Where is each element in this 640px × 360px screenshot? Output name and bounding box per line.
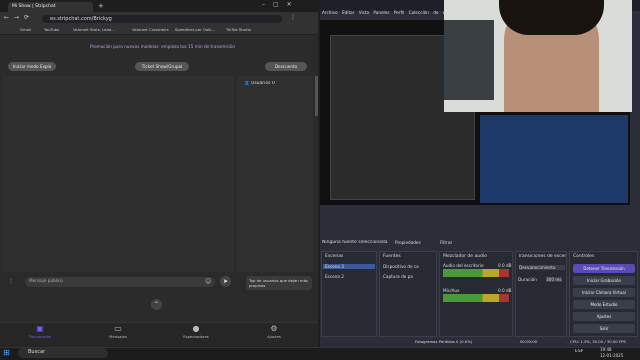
windows-start-icon[interactable]: ⊞ [3, 348, 10, 357]
camera-icon: ▣ [36, 324, 44, 333]
new-tab-button[interactable]: + [98, 2, 104, 10]
preview-nested-capture [480, 115, 628, 203]
duration-label: Duración [518, 277, 537, 282]
obs-status-time: 00:00:00 [520, 339, 538, 344]
discount-button[interactable]: Descuento [265, 62, 307, 71]
window-controls[interactable]: –▢✕ [262, 1, 300, 8]
video-area [2, 76, 234, 272]
message-input[interactable]: Mensaje público [25, 277, 215, 287]
settings-button[interactable]: Ajustes [573, 312, 635, 321]
sources-panel: Fuentes Dispositivo de ca Captura de pa [379, 251, 437, 337]
mixer-track-name: Audio del escritorio [443, 263, 484, 268]
obs-status-cpu: CPU: 1.3%, 30.00 / 30.00 FPS [570, 339, 626, 344]
promo-banner[interactable]: Promoción para nuevos modelos: empieza t… [90, 44, 235, 49]
studio-mode-button[interactable]: Modo Estudio [573, 300, 635, 309]
mixer-track-name: Mic/Aux [443, 288, 460, 293]
duration-input[interactable]: 300 ms [546, 277, 562, 282]
more-icon[interactable]: ⋮ [8, 278, 14, 285]
scene-item[interactable]: Escena 2 [325, 274, 344, 279]
nav-viewers[interactable]: ● Espectadores [166, 324, 226, 339]
send-button[interactable]: ➤ [220, 276, 231, 287]
nav-broadcast[interactable]: ▣ Transmisión [10, 324, 70, 339]
virtual-camera-button[interactable]: Iniciar Cámara Virtual [573, 288, 635, 297]
url-input[interactable]: es.stripchat.com/Brickyg [42, 15, 282, 23]
audio-meter [443, 269, 509, 277]
transitions-title: Transiciones de escenas [518, 254, 566, 259]
controls-panel: Controles Detener Transmisión Iniciar Gr… [569, 251, 638, 337]
bookmark-valorant-stats[interactable]: Valorant Stats, Lead... [73, 27, 131, 32]
clock[interactable]: 19:48 [600, 347, 612, 352]
nav-messages[interactable]: ▭ Mensajes [88, 324, 148, 339]
audio-meter [443, 294, 509, 302]
start-recording-button[interactable]: Iniciar Grabación [573, 276, 635, 285]
bookmark-speedtest[interactable]: Speedtest por Ookl... [175, 27, 215, 32]
scrollbar[interactable] [315, 76, 318, 116]
properties-button[interactable]: Propiedades [395, 240, 421, 245]
obs-status-frames: Fotogramas Perdidos 0 (0.0%) [415, 339, 473, 344]
bookmark-gmail[interactable]: Gmail [20, 27, 31, 32]
controls-title: Controles [573, 254, 595, 259]
nav-settings[interactable]: ⚙ Ajustes [244, 324, 304, 339]
source-item[interactable]: Dispositivo de ca [383, 264, 433, 269]
gear-icon: ⚙ [270, 324, 278, 333]
sources-title: Fuentes [383, 254, 401, 259]
users-panel [237, 76, 313, 272]
ticket-show-button[interactable]: Ticket Show/Grupal [135, 62, 189, 71]
chat-icon: ▭ [114, 324, 122, 333]
bookmark-youtube[interactable]: YouTube [44, 27, 59, 32]
emoji-icon[interactable]: ☺ [205, 278, 211, 285]
exit-button[interactable]: Salir [573, 324, 635, 333]
chair-shape [444, 20, 494, 100]
no-source-label: Ninguna fuente seleccionada [322, 240, 388, 245]
top-tippers-button[interactable]: Top de usuarios que dejan más propinas [246, 276, 312, 290]
nav-arrows-icon[interactable]: ←→⟳ [4, 14, 34, 21]
mixer-panel: Mezclador de audio Audio del escritorio … [439, 251, 513, 337]
spy-mode-button[interactable]: Iniciar modo Espía [8, 62, 56, 71]
hair-shape [499, 0, 604, 35]
obs-menu[interactable]: Archivo Editar Vista Paneles Perfil Cole… [322, 10, 460, 15]
mixer-track-db: 0.0 dB [498, 288, 512, 293]
transition-select[interactable]: Desvanecimiento [519, 265, 565, 270]
stop-stream-button[interactable]: Detener Transmisión [573, 264, 635, 273]
person-icon: ● [192, 324, 200, 333]
scenes-title: Escenas [325, 254, 344, 259]
bookmark-tiktok[interactable]: TikTok Studio [226, 27, 251, 32]
transitions-panel: Transiciones de escenas Desvanecimiento … [515, 251, 567, 337]
lang-indicator: ESP [575, 349, 584, 354]
browser-tab[interactable]: Mi Show | Stripchat [8, 2, 93, 12]
bookmark-crosshairs[interactable]: Valorant Crosshairs [132, 27, 170, 32]
source-item[interactable]: Captura de pa [383, 274, 433, 279]
menu-icon[interactable]: ⋮ [290, 14, 296, 21]
users-label: 👤 Usuarios 0 [244, 81, 275, 86]
expand-button[interactable]: ⌃ [151, 299, 162, 310]
mixer-track-db: 0.0 dB [498, 263, 512, 268]
users-count: 0 [271, 81, 275, 86]
user-icon: 👤 [244, 81, 252, 86]
scenes-panel: Escenas Escena 3 Escena 2 [321, 251, 377, 337]
date[interactable]: 12-01-2025 [600, 353, 623, 358]
filters-button[interactable]: Filtros [440, 240, 452, 245]
taskbar-search[interactable]: Buscar [18, 348, 108, 358]
mixer-title: Mezclador de audio [443, 254, 487, 259]
scene-item[interactable]: Escena 3 [323, 264, 375, 269]
webcam-feed [444, 0, 632, 112]
